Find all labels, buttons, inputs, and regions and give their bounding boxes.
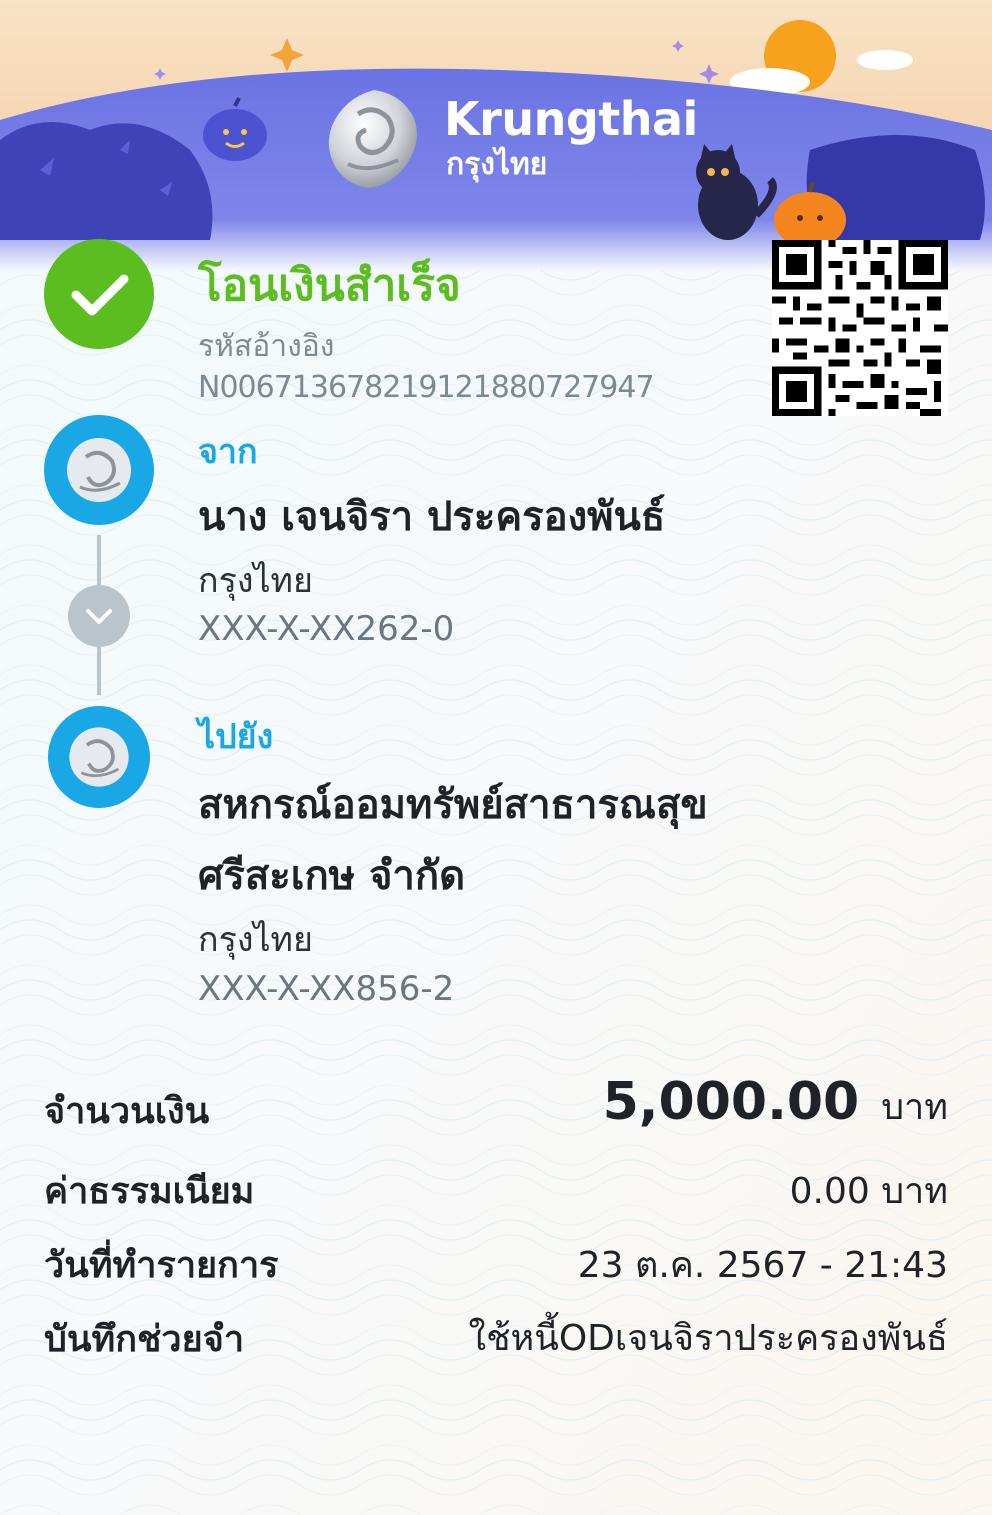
from-account-name: นาง เจนจิรา ประครองพันธ์ (198, 494, 666, 540)
to-label: ไปยัง (198, 717, 274, 757)
krungthai-bird-icon (328, 90, 417, 188)
brand-name: Krungthai (444, 92, 698, 146)
fee-value: 0.00 บาท (789, 1171, 948, 1212)
brand-logo: Krungthai กรุงไทย (318, 84, 698, 204)
reference-label: รหัสอ้างอิง (198, 329, 335, 364)
to-account-name-line2: ศรีสะเกษ จำกัด (198, 853, 466, 899)
qr-code-icon[interactable] (772, 240, 948, 416)
from-label: จาก (198, 432, 258, 472)
transaction-date-label: วันที่ทำรายการ (44, 1245, 279, 1286)
to-account-number: XXX-X-XX856-2 (198, 969, 455, 1009)
krungthai-logo-icon (67, 438, 131, 502)
memo-value: ใช้หนี้ODเจนจิราประครองพันธ์ (468, 1318, 948, 1359)
amount-value: 5,000.00 บาท (603, 1072, 948, 1135)
amount-number: 5,000.00 (602, 1072, 860, 1132)
to-bank-logo (48, 706, 150, 808)
transaction-date-value: 23 ต.ค. 2567 - 21:43 (577, 1245, 948, 1286)
check-circle-icon (44, 239, 154, 349)
brand-name-thai: กรุงไทย (446, 147, 548, 182)
reference-number: N006713678219121880727947 (198, 370, 655, 405)
from-bank-name: กรุงไทย (198, 561, 313, 601)
from-bank-logo (44, 415, 154, 525)
status-title: โอนเงินสำเร็จ (198, 260, 461, 311)
amount-label: จำนวนเงิน (44, 1091, 210, 1132)
krungthai-logo-icon (69, 727, 129, 787)
chevron-down-icon (68, 585, 130, 647)
memo-label: บันทึกช่วยจำ (44, 1319, 245, 1360)
halloween-banner: Krungthai กรุงไทย (0, 0, 992, 270)
to-account-name-line1: สหกรณ์ออมทรัพย์สาธารณสุข (198, 782, 708, 828)
amount-unit: บาท (881, 1087, 948, 1128)
from-account-number: XXX-X-XX262-0 (198, 609, 455, 649)
fee-label: ค่าธรรมเนียม (44, 1171, 255, 1212)
to-bank-name: กรุงไทย (198, 920, 313, 960)
